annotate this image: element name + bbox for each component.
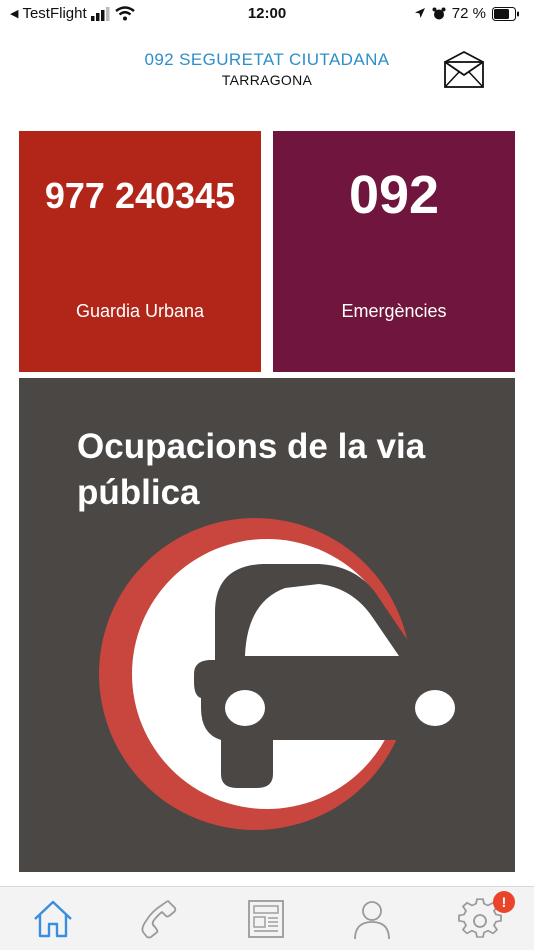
ocupacions-banner[interactable]: Ocupacions de la via pública — [19, 378, 515, 872]
location-icon — [414, 8, 425, 18]
guardia-urbana-tile[interactable]: 977 240345 Guardia Urbana — [19, 131, 261, 372]
emergencies-number: 092 — [348, 165, 440, 225]
battery-icon — [492, 6, 519, 21]
settings-badge: ! — [493, 891, 515, 913]
phone-icon[interactable] — [138, 897, 182, 941]
envelope-icon[interactable] — [443, 50, 487, 90]
home-icon[interactable] — [31, 897, 75, 941]
user-icon[interactable] — [350, 897, 394, 941]
battery-percent: 72 % — [451, 5, 486, 22]
tab-bar — [0, 886, 534, 950]
car-icon — [99, 518, 457, 830]
status-bar: ◀ TestFlight 12:00 72 % — [0, 0, 534, 28]
guardia-urbana-number: 977 240345 — [44, 175, 236, 216]
emergencies-label: Emergències — [341, 301, 447, 321]
emergencies-tile[interactable]: 092 Emergències — [273, 131, 515, 372]
alarm-icon — [432, 7, 446, 19]
guardia-urbana-label: Guardia Urbana — [75, 301, 205, 321]
newspaper-icon[interactable] — [244, 897, 288, 941]
